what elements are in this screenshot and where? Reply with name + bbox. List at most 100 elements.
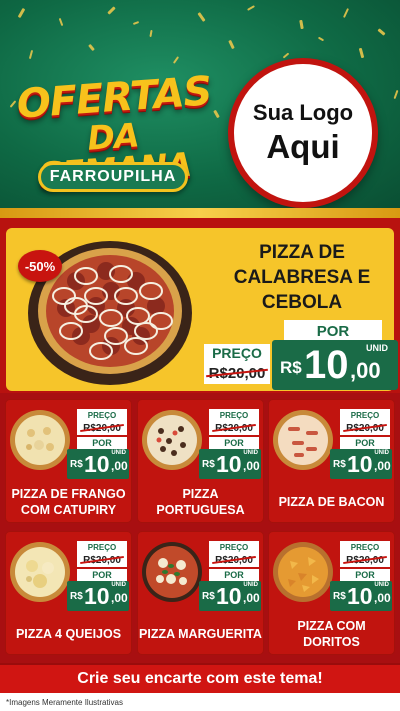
currency: R$: [333, 591, 346, 602]
confetti-piece: [107, 6, 116, 15]
currency: R$: [280, 358, 302, 377]
unit-label: UNID: [111, 450, 126, 456]
price-integer: 10: [84, 583, 110, 609]
currency: R$: [202, 459, 215, 470]
por-label: POR: [284, 320, 382, 342]
price-decimal: ,00: [243, 591, 260, 605]
product-card-bacon[interactable]: PREÇO R$20,00 POR R$ 10 ,00 UNID PIZZA D…: [268, 399, 395, 523]
unit-label: UNID: [111, 582, 126, 588]
por-label: POR: [209, 569, 259, 581]
gold-divider: [0, 208, 400, 218]
price-label: PREÇO: [209, 409, 259, 421]
price-integer: 10: [347, 451, 373, 477]
unit-label: UNID: [374, 582, 389, 588]
discount-badge: -50%: [18, 250, 62, 282]
price-integer: 10: [216, 583, 242, 609]
price-label: PREÇO: [340, 541, 390, 553]
confetti-piece: [149, 29, 153, 38]
new-price: R$ 10 ,00 UNID: [67, 581, 129, 611]
confetti-piece: [342, 8, 350, 18]
price-integer: 10: [216, 451, 242, 477]
unit-label: UNID: [374, 450, 389, 456]
currency: R$: [202, 591, 215, 602]
header-banner: OFERTAS DA SEMANA FARROUPILHA Sua Logo A…: [0, 0, 400, 208]
product-card-doritos[interactable]: PREÇO R$20,00 POR R$ 10 ,00 UNID PIZZA C…: [268, 531, 395, 655]
confetti-piece: [317, 36, 325, 42]
price-decimal: ,00: [350, 358, 381, 383]
product-name: PIZZA MARGUERITA: [139, 627, 262, 641]
confetti-piece: [58, 17, 64, 27]
price-decimal: ,00: [374, 459, 391, 473]
bacon-pizza-image: [273, 410, 333, 470]
confetti-piece: [393, 89, 399, 100]
featured-product-name: PIZZA DE CALABRESA E CEBOLA: [233, 242, 371, 313]
new-price: R$ 10 ,00 UNID: [272, 340, 398, 390]
new-price: R$ 10 ,00 UNID: [67, 449, 129, 479]
currency: R$: [70, 591, 83, 602]
product-name: PIZZA COM DORITOS: [297, 619, 366, 649]
quatro-queijos-pizza-image: [10, 542, 70, 602]
cta-banner[interactable]: Crie seu encarte com este tema!: [0, 663, 400, 693]
pepperoni-slice: [97, 262, 115, 280]
product-name: PIZZA DE FRANGO COM CATUPIRY: [11, 487, 126, 517]
city-badge: FARROUPILHA: [38, 162, 188, 192]
price-decimal: ,00: [374, 591, 391, 605]
marguerita-pizza-image: [142, 542, 202, 602]
por-label: POR: [340, 437, 390, 449]
portuguesa-pizza-image: [142, 410, 202, 470]
old-price: R$20,00: [209, 553, 259, 567]
product-card-marguerita[interactable]: PREÇO R$20,00 POR R$ 10 ,00 UNID PIZZA M…: [137, 531, 264, 655]
currency: R$: [70, 459, 83, 470]
por-label: POR: [340, 569, 390, 581]
product-card-4-queijos[interactable]: PREÇO R$20,00 POR R$ 10 ,00 UNID PIZZA 4…: [5, 531, 132, 655]
por-label: POR: [77, 437, 127, 449]
confetti-piece: [299, 19, 304, 30]
disclaimer-text: *Imagens Meramente Ilustrativas: [0, 693, 400, 711]
new-price: R$ 10 ,00 UNID: [330, 449, 392, 479]
doritos-pizza-image: [273, 542, 333, 602]
confetti-piece: [228, 39, 235, 50]
frango-pizza-image: [10, 410, 70, 470]
price-label: PREÇO: [204, 344, 270, 362]
confetti-piece: [17, 7, 26, 19]
logo-placeholder: Sua Logo Aqui: [228, 58, 378, 208]
product-card-portuguesa[interactable]: PREÇO R$20,00 POR R$ 10 ,00 UNID PIZZA P…: [137, 399, 264, 523]
price-label: PREÇO: [77, 541, 127, 553]
old-price: R$20,00: [77, 421, 127, 435]
price-label: PREÇO: [209, 541, 259, 553]
unit-label: UNID: [366, 343, 388, 353]
confetti-piece: [88, 43, 95, 52]
price-integer: 10: [84, 451, 110, 477]
new-price: R$ 10 ,00 UNID: [199, 449, 261, 479]
unit-label: UNID: [243, 450, 258, 456]
logo-text-line-2: Aqui: [266, 128, 340, 165]
product-grid: PREÇO R$20,00 POR R$ 10 ,00 UNID PIZZA D…: [0, 393, 400, 663]
confetti-piece: [132, 21, 140, 25]
confetti-piece: [358, 47, 365, 59]
featured-card[interactable]: -50% PIZZA DE CALABRESA E CEBOLA PREÇO R…: [6, 228, 398, 391]
confetti-piece: [197, 12, 206, 22]
confetti-piece: [282, 52, 290, 59]
old-price: R$20,00: [204, 362, 270, 384]
confetti-piece: [172, 56, 180, 64]
new-price: R$ 10 ,00 UNID: [199, 581, 261, 611]
featured-section: -50% PIZZA DE CALABRESA E CEBOLA PREÇO R…: [0, 218, 400, 393]
product-name: PIZZA DE BACON: [278, 495, 385, 509]
logo-text-line-1: Sua Logo: [252, 100, 354, 125]
old-price: R$20,00: [340, 553, 390, 567]
currency: R$: [333, 459, 346, 470]
por-label: POR: [77, 569, 127, 581]
price-label: PREÇO: [77, 409, 127, 421]
old-price: R$20,00: [340, 421, 390, 435]
por-label: POR: [209, 437, 259, 449]
price-integer: 10: [304, 343, 349, 387]
product-card-frango[interactable]: PREÇO R$20,00 POR R$ 10 ,00 UNID PIZZA D…: [5, 399, 132, 523]
old-price: R$20,00: [209, 421, 259, 435]
confetti-piece: [377, 28, 386, 36]
price-decimal: ,00: [243, 459, 260, 473]
new-price: R$ 10 ,00 UNID: [330, 581, 392, 611]
product-name: PIZZA PORTUGUESA: [156, 487, 245, 517]
price-label: PREÇO: [340, 409, 390, 421]
product-name: PIZZA 4 QUEIJOS: [15, 627, 122, 641]
confetti-piece: [213, 109, 220, 119]
